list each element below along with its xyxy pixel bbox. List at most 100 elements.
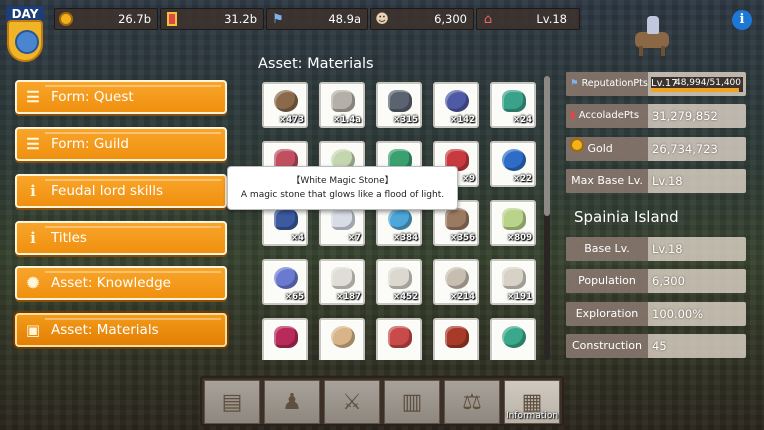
leaf-icon	[502, 208, 526, 230]
menu-feudal-lord-skills[interactable]: i Feudal lord skills	[15, 174, 227, 208]
scrollbar-thumb[interactable]	[544, 76, 550, 216]
tooltip-description: A magic stone that glows like a flood of…	[240, 190, 445, 200]
material-slot[interactable]	[376, 318, 422, 360]
material-count: ×9	[461, 174, 475, 184]
menu-asset-materials[interactable]: ▣ Asset: Materials	[15, 313, 227, 347]
menu-form-quest[interactable]: ☰ Form: Quest	[15, 80, 227, 114]
box-icon: ▣	[25, 321, 41, 339]
info-icon: i	[30, 229, 36, 247]
material-slot[interactable]: ×191	[490, 259, 536, 305]
hide-icon	[445, 208, 469, 230]
material-slot[interactable]: ×187	[319, 259, 365, 305]
accolade-value: 31,279,852	[652, 109, 718, 123]
gold-value: 26,734,723	[652, 142, 718, 156]
material-slot[interactable]	[262, 318, 308, 360]
menu-titles[interactable]: i Titles	[15, 221, 227, 255]
island-row-label: Exploration	[566, 302, 648, 326]
map-button[interactable]: ▤	[204, 380, 260, 424]
max-base-value: Lv.18	[652, 174, 683, 188]
resource-base-level: ⌂ Lv.18	[476, 8, 580, 30]
material-count: ×187	[336, 292, 361, 302]
battle-icon: ⚔	[342, 389, 362, 415]
material-count: ×1.4a	[333, 115, 361, 125]
menu-label: Asset: Knowledge	[51, 275, 171, 291]
green-slime-icon	[502, 326, 526, 348]
sun-clock-icon	[7, 20, 43, 62]
menu-form-guild[interactable]: ☰ Form: Guild	[15, 127, 227, 161]
trade-icon: ⚖	[462, 389, 482, 415]
day-badge[interactable]: DAY	[4, 6, 46, 62]
shell-icon	[445, 267, 469, 289]
material-slot[interactable]: ×315	[376, 82, 422, 128]
material-slot[interactable]: ×24	[490, 82, 536, 128]
material-slot[interactable]: ×214	[433, 259, 479, 305]
nav-label: Information	[505, 411, 559, 421]
battle-button[interactable]: ⚔	[324, 380, 380, 424]
gold-coin-icon	[57, 10, 75, 28]
blue-ore-icon	[445, 90, 469, 112]
material-count: ×142	[450, 115, 475, 125]
material-slot[interactable]: ×473	[262, 82, 308, 128]
material-slot[interactable]	[319, 318, 365, 360]
resource-gold-value: 26.7b	[118, 12, 151, 26]
reputation-progress-fill	[651, 88, 739, 92]
accolade-medal-icon: ▮	[570, 110, 576, 121]
resource-reputation-value: 48.9a	[328, 12, 361, 26]
material-slot[interactable]: ×1.4a	[319, 82, 365, 128]
material-count: ×191	[507, 292, 532, 302]
island-row-population: Population 6,300	[566, 269, 746, 293]
trade-button[interactable]: ⚖	[444, 380, 500, 424]
menu-label: Form: Quest	[51, 89, 134, 105]
material-count: ×24	[513, 115, 532, 125]
residents-button[interactable]: ♟	[264, 380, 320, 424]
board-icon: ▥	[401, 389, 423, 415]
material-slot[interactable]	[490, 318, 536, 360]
material-count: ×4	[290, 233, 304, 243]
reputation-flag-icon: ⚑	[272, 11, 284, 27]
residents-icon: ♟	[282, 389, 302, 415]
material-count: ×315	[393, 115, 418, 125]
menu-asset-knowledge[interactable]: ✺ Asset: Knowledge	[15, 266, 227, 300]
material-slot[interactable]: ×22	[490, 141, 536, 187]
material-count: ×473	[279, 115, 304, 125]
accolade-row: ▮ AccoladePts 31,279,852	[566, 104, 746, 128]
green-ore-icon	[502, 90, 526, 112]
island-name: Spainia Island	[574, 208, 679, 226]
population-person-icon: ☻	[375, 11, 389, 27]
feather-icon	[274, 267, 298, 289]
island-row-value: 6,300	[652, 274, 685, 288]
materials-title: Asset: Materials	[258, 56, 374, 72]
materials-scrollbar[interactable]	[544, 76, 550, 360]
island-row-value: Lv.18	[652, 242, 683, 256]
accolade-medal-icon	[163, 10, 181, 28]
menu-label: Titles	[51, 230, 87, 246]
material-slot[interactable]	[433, 318, 479, 360]
island-row-label: Population	[566, 269, 648, 293]
material-slot[interactable]: ×452	[376, 259, 422, 305]
island-row-value: 100.00%	[652, 307, 704, 321]
red-feather-icon	[445, 326, 469, 348]
materials-grid[interactable]: ×473 ×1.4a ×315 ×142 ×24 ×9 ×22 ×4 ×7 ×384 ×356 ×80…	[258, 76, 538, 360]
information-button[interactable]: ▦ Information	[504, 380, 560, 424]
material-count: ×7	[347, 233, 361, 243]
material-slot[interactable]: ×65	[262, 259, 308, 305]
resource-population-value: 6,300	[434, 12, 467, 26]
sapphire-icon	[502, 149, 526, 171]
skull-icon	[502, 267, 526, 289]
bottom-nav: ▤ ♟ ⚔ ▥ ⚖ ▦ Information	[200, 376, 564, 426]
mounted-knight-sprite	[635, 16, 671, 56]
material-slot[interactable]: ×809	[490, 200, 536, 246]
gold-row: Gold 26,734,723	[566, 137, 746, 161]
reputation-label: ReputationPts	[581, 78, 648, 89]
material-slot[interactable]: ×142	[433, 82, 479, 128]
material-count: ×356	[450, 233, 475, 243]
map-icon: ▤	[221, 389, 243, 415]
menu-label: Form: Guild	[51, 136, 129, 152]
board-button[interactable]: ▥	[384, 380, 440, 424]
reputation-progress-bar: Lv.17 48,994/51,400	[651, 77, 743, 92]
resource-population: ☻ 6,300	[370, 8, 474, 30]
island-row-label: Base Lv.	[566, 237, 648, 261]
info-icon[interactable]: i	[732, 10, 752, 30]
reputation-flag-icon: ⚑	[570, 78, 579, 89]
scroll-icon: ☰	[26, 135, 40, 153]
